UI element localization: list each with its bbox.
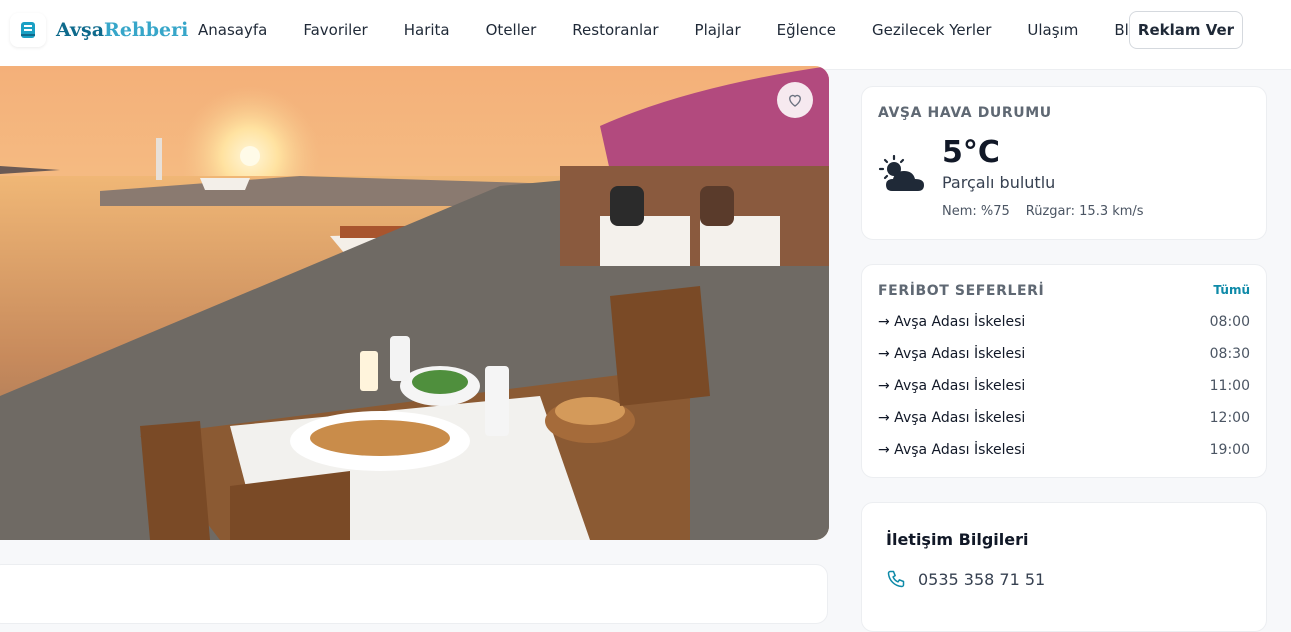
ferry-row[interactable]: → Avşa Adası İskelesi 12:00: [878, 410, 1250, 430]
nav-ulasim[interactable]: Ulaşım: [1027, 21, 1078, 39]
weather-card: AVŞA HAVA DURUMU 5°C Parçalı bulutlu Nem…: [861, 86, 1267, 240]
logo-text-part1: Avşa: [56, 19, 105, 41]
logo-text: AvşaRehberi: [56, 19, 188, 41]
weather-meta: Nem: %75 Rüzgar: 15.3 km/s: [942, 204, 1144, 219]
ferry-time: 11:00: [1209, 378, 1250, 394]
ferry-all-link[interactable]: Tümü: [1213, 283, 1250, 297]
ferry-time: 12:00: [1209, 410, 1250, 426]
site-logo[interactable]: AvşaRehberi: [10, 13, 188, 47]
ferry-row[interactable]: → Avşa Adası İskelesi 08:30: [878, 346, 1250, 366]
nav-gezilecek-yerler[interactable]: Gezilecek Yerler: [872, 21, 991, 39]
weather-temperature: 5°C: [942, 135, 1000, 170]
heart-icon: [789, 94, 801, 107]
nav-oteller[interactable]: Oteller: [486, 21, 537, 39]
logo-text-part2: Rehberi: [104, 19, 189, 41]
contact-title: İletişim Bilgileri: [886, 530, 1029, 549]
ferry-destination: → Avşa Adası İskelesi: [878, 378, 1026, 394]
ferry-schedule-card: FERİBOT SEFERLERİ Tümü → Avşa Adası İske…: [861, 264, 1267, 478]
advertise-button[interactable]: Reklam Ver: [1129, 11, 1243, 49]
weather-wind: Rüzgar: 15.3 km/s: [1025, 204, 1144, 219]
favorite-button[interactable]: [777, 82, 813, 118]
logo-icon: [10, 13, 46, 47]
ferry-destination: → Avşa Adası İskelesi: [878, 410, 1026, 426]
hero-photo: [0, 66, 829, 540]
nav-restoranlar[interactable]: Restoranlar: [572, 21, 658, 39]
nav-favoriler[interactable]: Favoriler: [303, 21, 367, 39]
contact-phone-number: 0535 358 71 51: [918, 569, 1046, 589]
ferry-destination: → Avşa Adası İskelesi: [878, 346, 1026, 362]
ferry-title: FERİBOT SEFERLERİ: [878, 283, 1045, 299]
top-header: AvşaRehberi Anasayfa Favoriler Harita Ot…: [0, 0, 1291, 70]
weather-humidity: Nem: %75: [942, 204, 1010, 219]
partly-cloudy-icon: [878, 154, 928, 199]
nav-eglence[interactable]: Eğlence: [777, 21, 836, 39]
phone-icon: [887, 570, 905, 588]
ferry-destination: → Avşa Adası İskelesi: [878, 314, 1026, 330]
ferry-time: 08:00: [1209, 314, 1250, 330]
contact-card: İletişim Bilgileri 0535 358 71 51: [861, 502, 1267, 632]
nav-plajlar[interactable]: Plajlar: [695, 21, 741, 39]
ferry-time: 19:00: [1209, 442, 1250, 458]
ferry-row[interactable]: → Avşa Adası İskelesi 08:00: [878, 314, 1250, 334]
contact-phone-link[interactable]: 0535 358 71 51: [886, 569, 1045, 589]
ferry-row[interactable]: → Avşa Adası İskelesi 11:00: [878, 378, 1250, 398]
nav-anasayfa[interactable]: Anasayfa: [198, 21, 267, 39]
ferry-row[interactable]: → Avşa Adası İskelesi 19:00: [878, 442, 1250, 462]
main-nav: Anasayfa Favoriler Harita Oteller Restor…: [180, 0, 1166, 60]
weather-description: Parçalı bulutlu: [942, 173, 1056, 192]
ferry-time: 08:30: [1209, 346, 1250, 362]
weather-title: AVŞA HAVA DURUMU: [878, 105, 1052, 121]
ferry-destination: → Avşa Adası İskelesi: [878, 442, 1026, 458]
listing-details-card: [0, 564, 828, 624]
nav-harita[interactable]: Harita: [404, 21, 450, 39]
